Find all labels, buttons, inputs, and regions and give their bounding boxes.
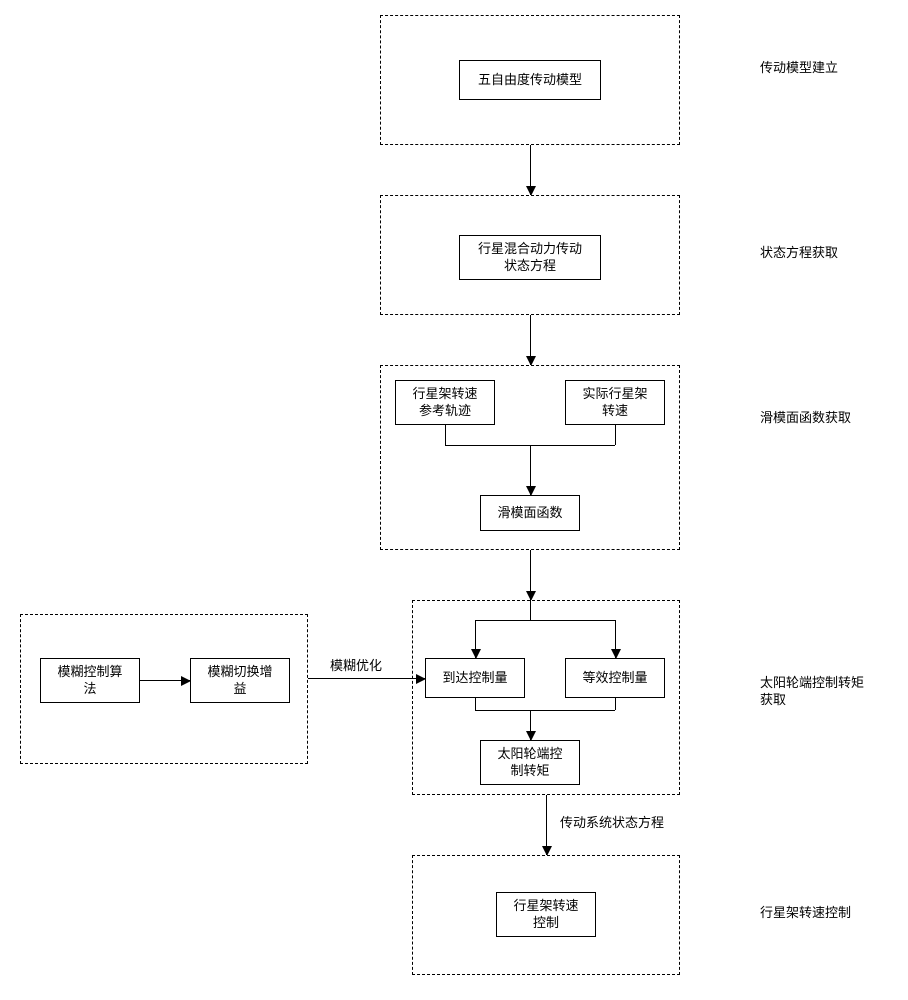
label-state-eq-side: 传动系统状态方程 [560, 815, 664, 832]
conn-s3-right-v [615, 425, 616, 445]
arrow-s1-s2 [530, 145, 531, 195]
conn-s3-left-v [445, 425, 446, 445]
label-stage1: 传动模型建立 [760, 60, 838, 77]
box-state-equation: 行星混合动力传动 状态方程 [459, 235, 601, 280]
box-fuzzy-algorithm: 模糊控制算 法 [40, 658, 140, 703]
box-fuzzy-gain: 模糊切换增 益 [190, 658, 290, 703]
arrow-s4-s5 [546, 795, 547, 855]
label-stage5: 行星架转速控制 [760, 905, 851, 922]
label-stage4: 太阳轮端控制转矩 获取 [760, 675, 864, 709]
arrow-fuzzy-reach [308, 678, 425, 679]
label-stage3: 滑模面函数获取 [760, 410, 851, 427]
box-ref-trajectory: 行星架转速 参考轨迹 [395, 380, 495, 425]
arrow-s4-top-left [475, 620, 476, 658]
box-five-dof-model: 五自由度传动模型 [459, 60, 601, 100]
label-stage2: 状态方程获取 [760, 245, 838, 262]
label-fuzzy-optimize: 模糊优化 [330, 658, 382, 675]
box-sliding-surface: 滑模面函数 [480, 495, 580, 531]
box-carrier-speed-control: 行星架转速 控制 [496, 892, 596, 937]
arrow-s4-merge [530, 710, 531, 740]
conn-s4-merge-h [475, 710, 615, 711]
box-reaching-control: 到达控制量 [425, 658, 525, 698]
conn-s4-left-v [475, 698, 476, 710]
box-sun-torque: 太阳轮端控 制转矩 [480, 740, 580, 785]
conn-s4-split-h [475, 620, 615, 621]
arrow-s3-s4 [530, 550, 531, 600]
conn-s4-right-v [615, 698, 616, 710]
arrow-s2-s3 [530, 315, 531, 365]
arrow-f1-f2 [140, 680, 190, 681]
arrow-s3-merge [530, 445, 531, 495]
arrow-s4-top-right [615, 620, 616, 658]
box-actual-speed: 实际行星架 转速 [565, 380, 665, 425]
box-equivalent-control: 等效控制量 [565, 658, 665, 698]
conn-s4-split-v [530, 600, 531, 620]
